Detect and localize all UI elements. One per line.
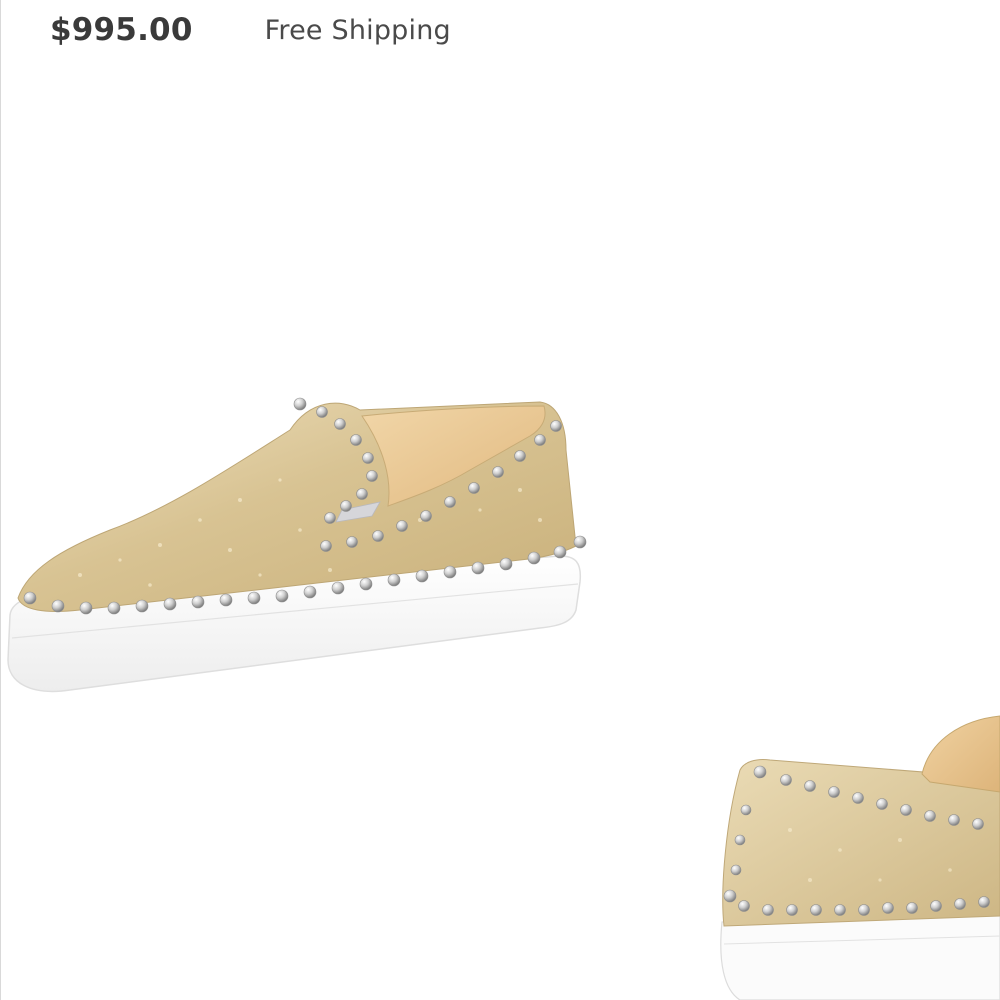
product-thumbnail-image[interactable] xyxy=(700,700,1000,1000)
shipping-info: Free Shipping xyxy=(264,14,451,46)
product-page: $995.00 Free Shipping xyxy=(0,0,1000,1000)
product-price: $995.00 xyxy=(50,12,193,48)
price-row: $995.00 Free Shipping xyxy=(50,8,451,52)
product-main-image[interactable] xyxy=(0,370,600,710)
